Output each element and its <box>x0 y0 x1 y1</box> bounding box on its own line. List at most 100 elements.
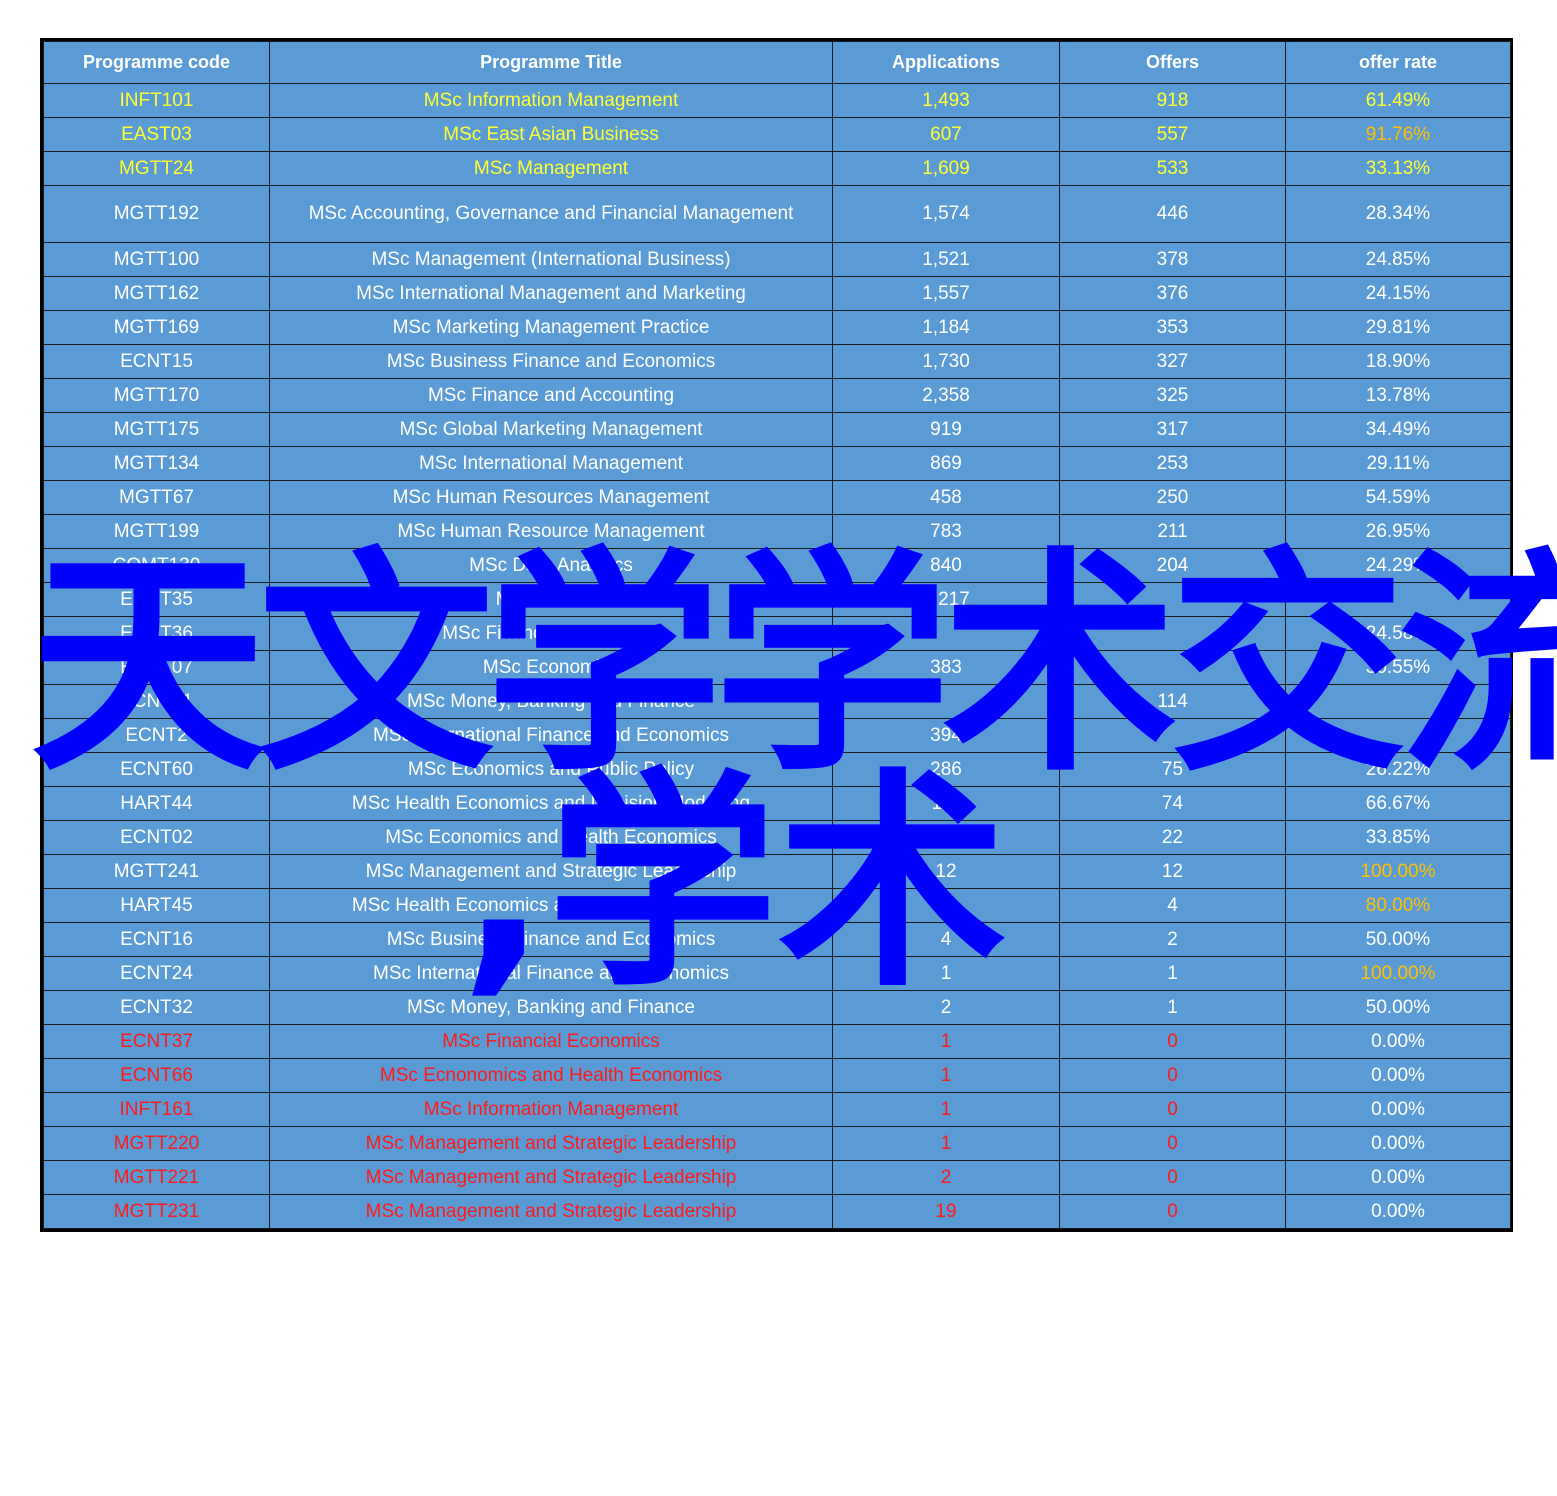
cell-programme-title: MSc Management and Strategic Leadership <box>269 1126 833 1161</box>
table-row: ECNT35 MSc Finance 1,217 <box>43 582 1511 617</box>
cell-programme-title: MSc Management and Strategic Leadership <box>269 1194 833 1229</box>
table-row: ECNT07 MSc Economics 383 30.55% <box>43 650 1511 685</box>
cell-programme-title: MSc Money, Banking and Finance <box>269 990 833 1025</box>
cell-offer-rate <box>1285 718 1511 753</box>
cell-programme-title: MSc Financial Economics <box>269 1024 833 1059</box>
table-row: ECNT32 MSc Money, Banking and Finance 2 1 50… <box>43 990 1511 1025</box>
cell-applications: 394 <box>832 718 1060 753</box>
cell-applications <box>832 684 1060 719</box>
cell-offers <box>1059 582 1286 617</box>
cell-programme-title: MSc International Management and Marketi… <box>269 276 833 311</box>
cell-applications: 869 <box>832 446 1060 481</box>
table-row: ECNT15 MSc Business Finance and Economics… <box>43 344 1511 379</box>
cell-applications: 1 <box>832 1058 1060 1093</box>
cell-offers: 327 <box>1059 344 1286 379</box>
table-row: ECNT37 MSc Financial Economics 1 0 0.00% <box>43 1024 1511 1059</box>
cell-programme-code: ECNT2 <box>43 718 270 753</box>
cell-programme-title: MSc Finance <box>269 582 833 617</box>
cell-applications: 1 <box>832 956 1060 991</box>
cell-applications: 2 <box>832 990 1060 1025</box>
cell-programme-code: ECNT16 <box>43 922 270 957</box>
cell-programme-code: EAST03 <box>43 117 270 152</box>
cell-applications: 2,358 <box>832 378 1060 413</box>
cell-programme-code: HART45 <box>43 888 270 923</box>
table-row: ECNT66 MSc Ecnonomics and Health Economic… <box>43 1058 1511 1093</box>
cell-offers: 0 <box>1059 1092 1286 1127</box>
programme-table: Programme code Programme Title Applicati… <box>43 41 1511 1229</box>
cell-offers: 353 <box>1059 310 1286 345</box>
cell-offer-rate: 33.85% <box>1285 820 1511 855</box>
cell-programme-title: MSc Information Management <box>269 1092 833 1127</box>
cell-offers: 22 <box>1059 820 1286 855</box>
cell-applications: 1,730 <box>832 344 1060 379</box>
cell-offers: 204 <box>1059 548 1286 583</box>
table-row: ECNT2 MSc International Finance and Econo… <box>43 718 1511 753</box>
header-offers: Offers <box>1059 41 1286 84</box>
cell-programme-code: MGTT241 <box>43 854 270 889</box>
table-row: ECNT36 MSc Financial Economics 24.58% <box>43 616 1511 651</box>
cell-programme-code: ECNT07 <box>43 650 270 685</box>
cell-offer-rate: 34.49% <box>1285 412 1511 447</box>
table-row: MGTT100 MSc Management (International Bus… <box>43 242 1511 277</box>
cell-offer-rate: 13.78% <box>1285 378 1511 413</box>
programme-table-container: Programme code Programme Title Applicati… <box>40 38 1513 1232</box>
cell-programme-code: MGTT170 <box>43 378 270 413</box>
cell-offers: 114 <box>1059 684 1286 719</box>
cell-programme-code: MGTT192 <box>43 185 270 243</box>
cell-offer-rate <box>1285 582 1511 617</box>
table-row: MGTT134 MSc International Management 869 25… <box>43 446 1511 481</box>
table-row: EAST03 MSc East Asian Business 607 557 91.76… <box>43 117 1511 152</box>
cell-offers: 250 <box>1059 480 1286 515</box>
cell-offer-rate: 26.22% <box>1285 752 1511 787</box>
cell-offer-rate: 0.00% <box>1285 1092 1511 1127</box>
cell-offer-rate: 29.81% <box>1285 310 1511 345</box>
cell-offers: 75 <box>1059 752 1286 787</box>
cell-offers: 533 <box>1059 151 1286 186</box>
cell-programme-title: MSc International Finance and Economics <box>269 956 833 991</box>
cell-programme-title: MSc Ecnonomics and Health Economics <box>269 1058 833 1093</box>
cell-offers: 0 <box>1059 1194 1286 1229</box>
cell-offers: 211 <box>1059 514 1286 549</box>
table-row: MGTT175 MSc Global Marketing Management 91… <box>43 412 1511 447</box>
cell-programme-title: MSc Management and Strategic Leadership <box>269 854 833 889</box>
cell-programme-code: MGTT175 <box>43 412 270 447</box>
table-row: MGTT24 MSc Management 1,609 533 33.13% <box>43 151 1511 186</box>
cell-offer-rate: 29.11% <box>1285 446 1511 481</box>
table-row: HART44 MSc Health Economics and Decision … <box>43 786 1511 821</box>
cell-programme-title: MSc Health Economics and Decision Modell… <box>269 786 833 821</box>
cell-programme-code: ECNT15 <box>43 344 270 379</box>
table-row: ECNT24 MSc International Finance and Econ… <box>43 956 1511 991</box>
cell-offer-rate: 30.55% <box>1285 650 1511 685</box>
cell-offer-rate: 0.00% <box>1285 1058 1511 1093</box>
cell-applications: 840 <box>832 548 1060 583</box>
cell-applications: 1 <box>832 1126 1060 1161</box>
cell-offer-rate: 50.00% <box>1285 922 1511 957</box>
cell-programme-code: ECNT35 <box>43 582 270 617</box>
cell-offers <box>1059 616 1286 651</box>
cell-programme-title: MSc International Finance and Economics <box>269 718 833 753</box>
table-row: ECNT16 MSc Business Finance and Economics… <box>43 922 1511 957</box>
cell-programme-title: MSc Human Resources Management <box>269 480 833 515</box>
cell-applications: 5 <box>832 888 1060 923</box>
cell-programme-title: MSc Accounting, Governance and Financial… <box>269 185 833 243</box>
cell-programme-code: INFT101 <box>43 83 270 118</box>
cell-offer-rate <box>1285 684 1511 719</box>
cell-offer-rate: 100.00% <box>1285 956 1511 991</box>
cell-applications: 783 <box>832 514 1060 549</box>
cell-applications: 65 <box>832 820 1060 855</box>
cell-offers: 317 <box>1059 412 1286 447</box>
cell-offer-rate: 26.95% <box>1285 514 1511 549</box>
cell-offer-rate: 100.00% <box>1285 854 1511 889</box>
cell-applications: 1,184 <box>832 310 1060 345</box>
cell-programme-code: MGTT231 <box>43 1194 270 1229</box>
cell-programme-title: MSc Economics <box>269 650 833 685</box>
table-row: MGTT231 MSc Management and Strategic Lead… <box>43 1194 1511 1229</box>
cell-programme-code: MGTT169 <box>43 310 270 345</box>
cell-programme-title: MSc Information Management <box>269 83 833 118</box>
header-offer-rate: offer rate <box>1285 41 1511 84</box>
cell-offers: 0 <box>1059 1126 1286 1161</box>
table-row: MGTT162 MSc International Management and … <box>43 276 1511 311</box>
table-row: ECNT31 MSc Money, Banking and Finance 114 <box>43 684 1511 719</box>
cell-programme-code: ECNT60 <box>43 752 270 787</box>
cell-offer-rate: 61.49% <box>1285 83 1511 118</box>
